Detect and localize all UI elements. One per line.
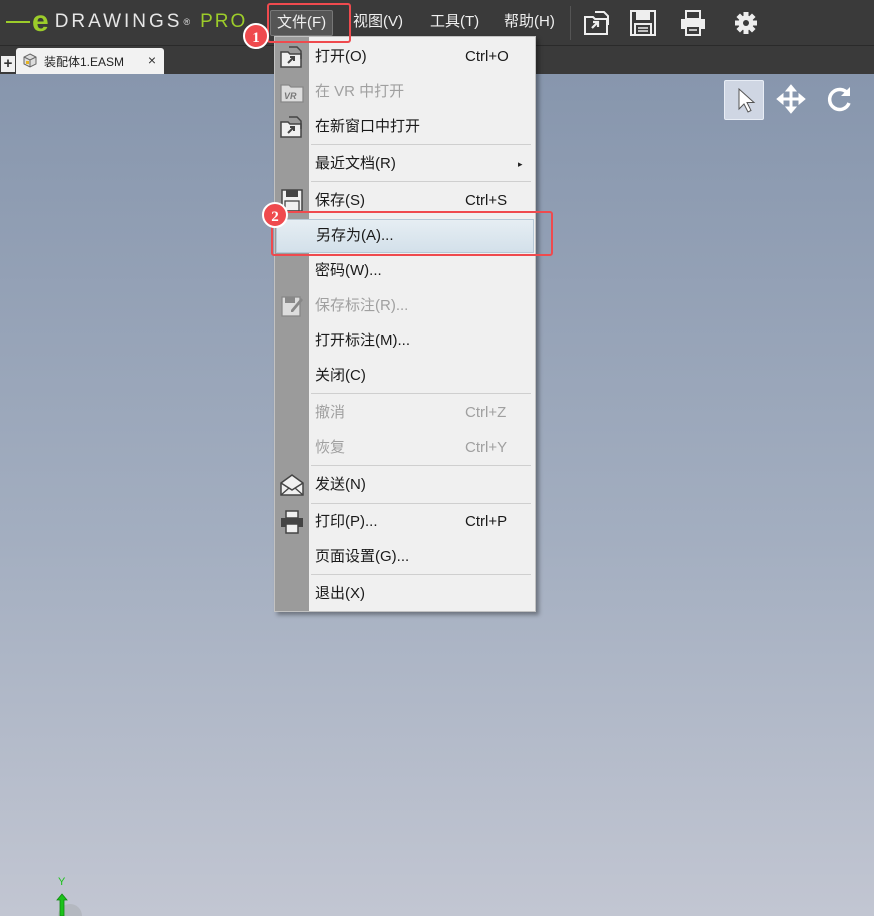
menu-item-label: 在 VR 中打开 — [315, 83, 405, 100]
tab-label: 装配体1.EASM — [44, 54, 125, 69]
open-file-icon[interactable] — [582, 8, 612, 38]
menu-help[interactable]: 帮助(H) — [498, 10, 561, 34]
logo-e: e — [32, 5, 49, 38]
menu-separator — [311, 465, 531, 466]
step-badge-1: 1 — [243, 23, 269, 49]
logo-registered: ® — [183, 17, 191, 27]
menu-item-redo: 恢复 Ctrl+Y — [275, 432, 533, 464]
select-arrow-icon — [738, 87, 756, 113]
assembly-icon — [23, 53, 37, 68]
menu-item-label: 打开标注(M)... — [315, 332, 410, 349]
print-icon — [281, 510, 303, 534]
menu-item-close[interactable]: 关闭(C) — [275, 360, 533, 392]
save-markup-icon — [281, 296, 303, 317]
menu-item-label: 打开(O) — [315, 48, 367, 65]
save-icon[interactable] — [628, 8, 658, 38]
vr-icon: VR — [280, 84, 304, 103]
menu-item-label: 密码(W)... — [315, 262, 382, 279]
menu-item-save-markup: 保存标注(R)... — [275, 290, 533, 322]
menu-item-label: 关闭(C) — [315, 367, 366, 384]
menu-item-page-setup[interactable]: 页面设置(G)... — [275, 541, 533, 573]
highlight-box-save-as — [271, 211, 553, 256]
pan-icon — [776, 84, 806, 114]
menu-item-open-markup[interactable]: 打开标注(M)... — [275, 325, 533, 357]
menu-item-label: 最近文档(R) — [315, 155, 396, 172]
view-tools — [724, 80, 864, 120]
menu-item-label: 发送(N) — [315, 476, 366, 493]
logo-line — [6, 21, 30, 23]
menu-item-open-new-window[interactable]: 在新窗口中打开 — [275, 111, 533, 143]
logo-drawings: DRAWINGS — [54, 11, 183, 32]
svg-text:VR: VR — [284, 91, 297, 101]
menu-item-shortcut: Ctrl+P — [465, 513, 508, 530]
menu-item-label: 在新窗口中打开 — [315, 118, 421, 135]
menu-item-shortcut: Ctrl+Z — [465, 404, 507, 421]
rotate-icon — [827, 87, 851, 112]
menu-item-send[interactable]: 发送(N) — [275, 469, 533, 501]
send-mail-icon — [280, 474, 304, 496]
highlight-box-file-menu — [267, 3, 351, 43]
open-icon — [280, 46, 302, 68]
submenu-arrow-icon: ▸ — [518, 159, 523, 169]
edrawings-logo: e DRAWINGS ® PRO — [6, 6, 247, 38]
menu-separator — [311, 181, 531, 182]
new-tab-button[interactable]: + — [1, 56, 15, 72]
menu-item-password[interactable]: 密码(W)... — [275, 255, 533, 287]
menu-item-print[interactable]: 打印(P)... Ctrl+P — [275, 506, 533, 538]
pan-tool-button[interactable] — [772, 80, 810, 118]
tab-assembly[interactable]: 装配体1.EASM × — [16, 48, 164, 74]
select-tool-button[interactable] — [724, 80, 764, 120]
print-icon[interactable] — [678, 8, 708, 38]
menu-item-label: 撤消 — [315, 404, 346, 421]
menu-view[interactable]: 视图(V) — [347, 10, 409, 34]
menu-item-recent[interactable]: 最近文档(R) ▸ — [275, 148, 533, 180]
toolbar-divider — [570, 6, 571, 40]
menu-item-label: 恢复 — [315, 439, 346, 456]
menu-item-exit[interactable]: 退出(X) — [275, 578, 533, 610]
menu-separator — [311, 574, 531, 575]
menu-item-open-vr: VR 在 VR 中打开 — [275, 76, 533, 108]
menu-item-undo: 撤消 Ctrl+Z — [275, 397, 533, 429]
file-menu-dropdown: 打开(O) Ctrl+O VR 在 VR 中打开 在新窗口中打开 最近文档(R)… — [274, 36, 536, 612]
axis-triad — [56, 893, 82, 916]
menu-item-label: 打印(P)... — [315, 513, 378, 530]
menu-item-shortcut: Ctrl+O — [465, 48, 509, 65]
menu-item-label: 退出(X) — [315, 585, 365, 602]
open-new-window-icon — [280, 116, 302, 138]
menu-separator — [311, 393, 531, 394]
gear-icon[interactable] — [731, 8, 761, 38]
menu-separator — [311, 503, 531, 504]
menu-tools[interactable]: 工具(T) — [424, 10, 485, 34]
step-badge-2: 2 — [262, 202, 288, 228]
menu-item-label: 保存标注(R)... — [315, 297, 409, 314]
logo-pro: PRO — [200, 11, 248, 32]
menu-separator — [311, 144, 531, 145]
tab-close-icon[interactable]: × — [148, 52, 156, 68]
rotate-tool-button[interactable] — [820, 80, 858, 118]
menu-item-label: 页面设置(G)... — [315, 548, 410, 565]
menu-item-open[interactable]: 打开(O) Ctrl+O — [275, 41, 533, 73]
menu-item-shortcut: Ctrl+Y — [465, 439, 508, 456]
